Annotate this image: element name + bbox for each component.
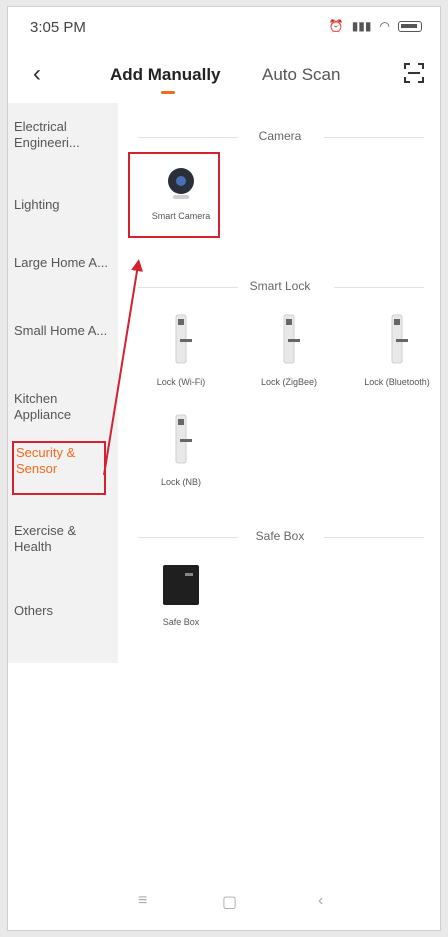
home-icon[interactable]: ▢	[222, 892, 237, 912]
back-icon[interactable]: ‹	[318, 892, 323, 910]
system-nav-bar: ≡ ▢ ‹	[8, 882, 440, 930]
phone-screen: 3:05 PM ⏰ ▮▮▮ ◠ ‹ Add Manually Auto Scan…	[7, 6, 441, 931]
annotation-arrow	[103, 259, 143, 476]
menu-icon[interactable]: ≡	[138, 892, 147, 910]
